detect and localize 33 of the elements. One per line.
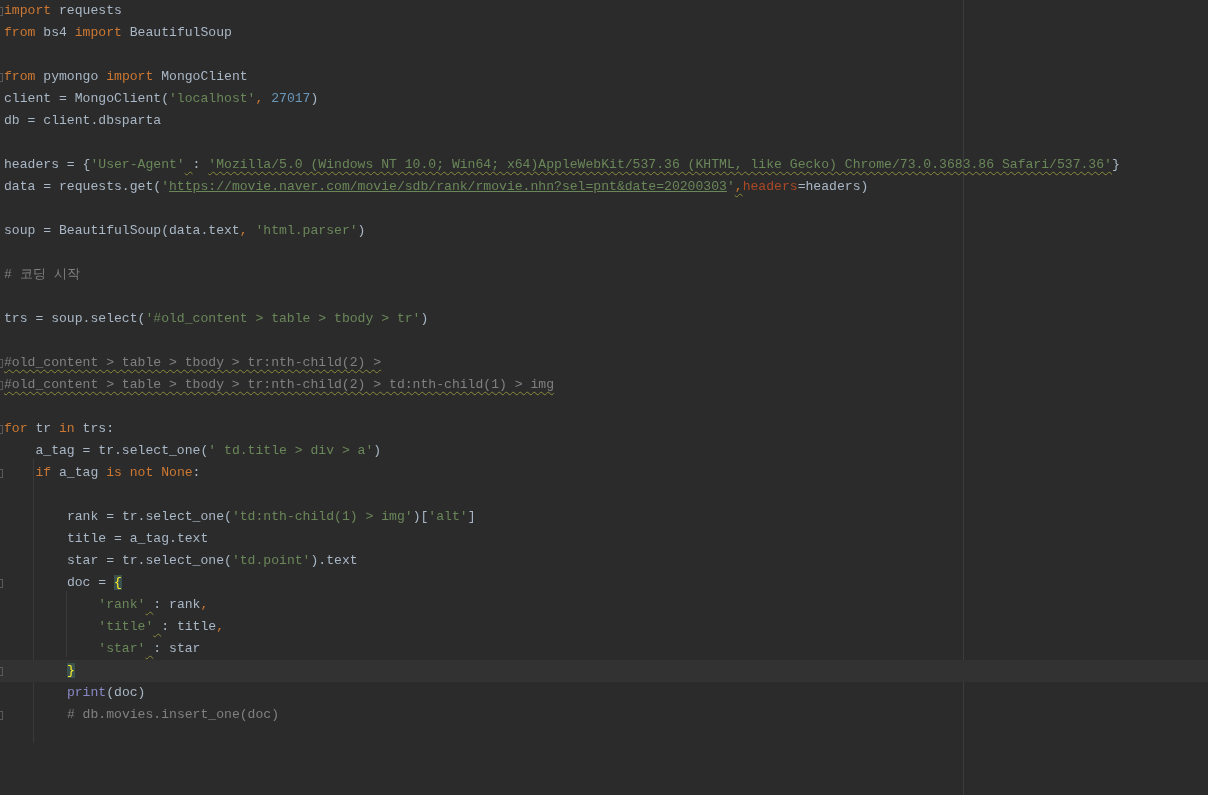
fold-marker-icon[interactable] <box>0 6 3 16</box>
fold-marker-icon[interactable] <box>0 424 3 434</box>
comment-line: #old_content > table > tbody > tr:nth-child(2) > td:nth-child(1) > img <box>4 376 555 394</box>
code-line: headers = {'User-Agent' : 'Mozilla/5.0 (Windows NT 10.0; Win64; x64)AppleWebKit/537.36 (KHTML, like Gecko) Chrome/73.0.3683.86 Safari/537.36'} <box>4 156 1120 174</box>
code-line: a_tag = tr.select_one(' td.title > div > a') <box>34 442 382 460</box>
code-line: import requests <box>4 2 122 20</box>
code-line: from pymongo import MongoClient <box>4 68 248 86</box>
code-line: star = tr.select_one('td.point').text <box>65 552 358 570</box>
fold-marker-icon[interactable] <box>0 666 3 676</box>
comment-line: # db.movies.insert_one(doc) <box>65 706 280 724</box>
fold-marker-icon[interactable] <box>0 72 3 82</box>
code-line: db = client.dbsparta <box>4 112 162 130</box>
fold-marker-icon[interactable] <box>0 710 3 720</box>
fold-marker-icon[interactable] <box>0 358 3 368</box>
code-line: title = a_tag.text <box>65 530 209 548</box>
comment-line: #old_content > table > tbody > tr:nth-child(2) > <box>4 354 382 372</box>
code-line: data = requests.get('https://movie.naver.com/movie/sdb/rank/rmovie.nhn?sel=pnt&date=20200303',headers=headers) <box>4 178 869 196</box>
code-line: 'title' : title, <box>97 618 225 636</box>
code-line: 'rank' : rank, <box>97 596 209 614</box>
fold-marker-icon[interactable] <box>0 578 3 588</box>
comment-line: # 코딩 시작 <box>4 266 80 284</box>
code-line: 'star' : star <box>97 640 201 658</box>
code-line: for tr in trs: <box>4 420 115 438</box>
code-line: soup = BeautifulSoup(data.text, 'html.parser') <box>4 222 366 240</box>
code-line: if a_tag is not None: <box>34 464 201 482</box>
code-line: trs = soup.select('#old_content > table > tbody > tr') <box>4 310 429 328</box>
code-line: print(doc) <box>65 684 146 702</box>
code-line: client = MongoClient('localhost', 27017) <box>4 90 319 108</box>
code-line: rank = tr.select_one('td:nth-child(1) > img')['alt'] <box>65 508 476 526</box>
code-line: from bs4 import BeautifulSoup <box>4 24 232 42</box>
fold-marker-icon[interactable] <box>0 468 3 478</box>
fold-marker-icon[interactable] <box>0 380 3 390</box>
code-line: doc = { <box>65 574 122 592</box>
